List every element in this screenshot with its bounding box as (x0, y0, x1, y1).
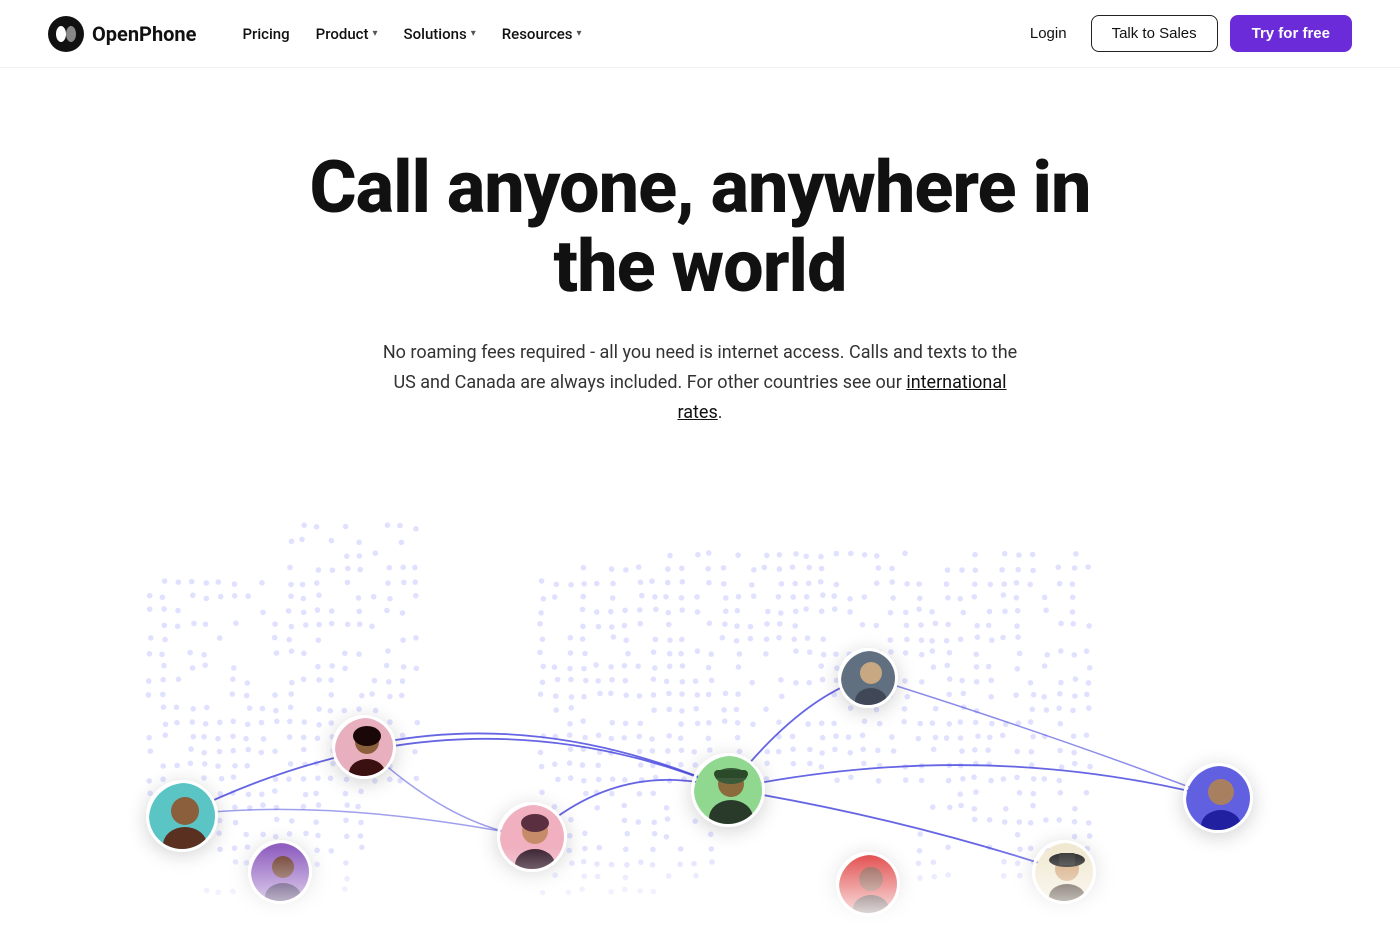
avatar-5 (691, 753, 765, 827)
nav-product[interactable]: Product ▾ (306, 19, 388, 49)
nav-links: Pricing Product ▾ Solutions ▾ Resources … (232, 19, 591, 49)
talk-to-sales-button[interactable]: Talk to Sales (1091, 15, 1218, 52)
hero-subtext: No roaming fees required - all you need … (370, 338, 1030, 427)
world-map-section (0, 497, 1400, 927)
nav-resources[interactable]: Resources ▾ (492, 19, 592, 49)
nav-right: Login Talk to Sales Try for free (1018, 15, 1352, 52)
chevron-down-icon: ▾ (577, 28, 582, 39)
avatar-9 (1183, 763, 1253, 833)
avatar-7 (838, 648, 898, 708)
login-button[interactable]: Login (1018, 17, 1079, 50)
hero-section: Call anyone, anywhere in the world No ro… (0, 68, 1400, 467)
avatar-2 (332, 715, 396, 779)
logo[interactable]: OpenPhone (48, 16, 196, 52)
avatar-6 (836, 852, 900, 916)
nav-left: OpenPhone Pricing Product ▾ Solutions ▾ … (48, 16, 592, 52)
nav-pricing[interactable]: Pricing (232, 19, 299, 49)
chevron-down-icon: ▾ (471, 28, 476, 39)
avatar-4 (497, 802, 567, 872)
try-for-free-button[interactable]: Try for free (1230, 15, 1352, 52)
avatar-8 (1032, 840, 1096, 904)
avatar-3 (248, 840, 312, 904)
nav-solutions[interactable]: Solutions ▾ (394, 19, 486, 49)
logo-text: OpenPhone (92, 22, 196, 46)
chevron-down-icon: ▾ (373, 28, 378, 39)
navigation: OpenPhone Pricing Product ▾ Solutions ▾ … (0, 0, 1400, 68)
hero-headline: Call anyone, anywhere in the world (300, 148, 1100, 306)
connection-lines (0, 497, 1400, 927)
avatar-1 (146, 780, 218, 852)
